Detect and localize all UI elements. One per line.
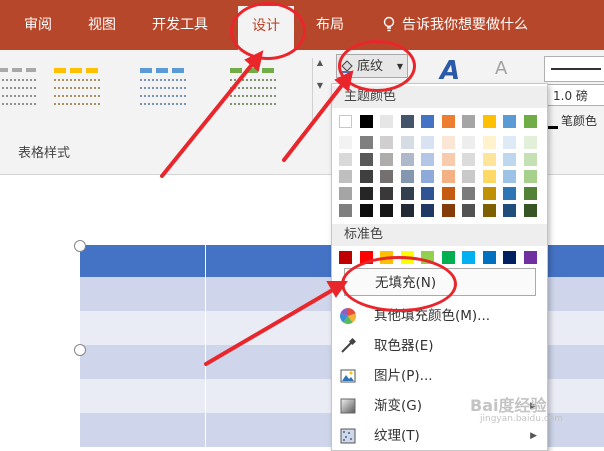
watermark-url: jingyan.baidu.com xyxy=(480,414,564,424)
watermark-logo: Bai度经验 xyxy=(470,396,547,415)
annotation-arrows xyxy=(160,50,354,366)
